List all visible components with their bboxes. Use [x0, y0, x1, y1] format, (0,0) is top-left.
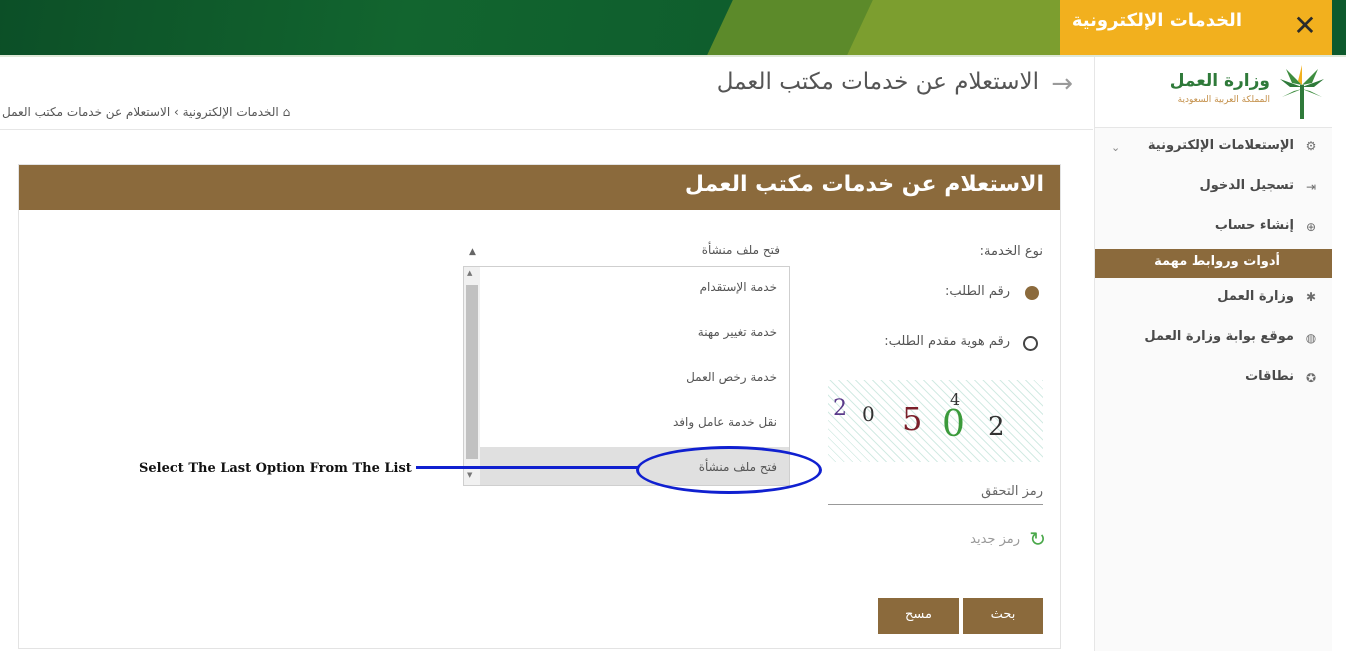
- service-type-select[interactable]: فتح ملف منشأة ▲: [463, 243, 788, 267]
- clear-button[interactable]: مسح: [878, 598, 959, 634]
- sidebar-tools-header: أدوات وروابط مهمة: [1095, 249, 1332, 278]
- login-icon: ⇥: [1305, 180, 1317, 194]
- globe-icon: ◍: [1305, 331, 1317, 345]
- captcha-char: 2: [833, 396, 847, 421]
- sidebar: وزارة العمل المملكة العربية السعودية ⌄ ⚙…: [1094, 57, 1332, 651]
- sidebar-section-inquiries[interactable]: الإستعلامات الإلكترونية: [1148, 138, 1294, 153]
- annotation-text: Select The Last Option From The List: [139, 461, 412, 476]
- option-work-permits[interactable]: خدمة رخص العمل: [480, 357, 789, 397]
- option-change-profession[interactable]: خدمة تغيير مهنة: [480, 312, 789, 352]
- verification-code-placeholder: رمز التحقق: [981, 484, 1043, 499]
- ministry-logo[interactable]: وزارة العمل المملكة العربية السعودية: [1095, 57, 1332, 128]
- plus-circle-icon: ⊕: [1305, 220, 1317, 234]
- sidebar-item-nitaqat[interactable]: نطاقات: [1245, 369, 1294, 384]
- captcha-char: 0: [942, 404, 965, 445]
- captcha-char: 2: [988, 412, 1005, 442]
- option-label: خدمة تغيير مهنة: [697, 325, 777, 339]
- option-label: خدمة الإستقدام: [699, 280, 777, 294]
- option-recruitment[interactable]: خدمة الإستقدام: [480, 267, 789, 307]
- logo-subtitle: المملكة العربية السعودية: [1177, 95, 1270, 105]
- new-code-button[interactable]: ↻ رمز جديد: [966, 527, 1046, 551]
- scroll-up-icon[interactable]: ▲: [467, 269, 472, 277]
- captcha-char: 0: [862, 402, 875, 426]
- verification-code-input[interactable]: رمز التحقق: [828, 478, 1043, 505]
- palm-icon: ✱: [1305, 290, 1317, 304]
- annotation-line: [416, 466, 638, 469]
- home-icon[interactable]: ⌂: [283, 105, 291, 119]
- close-icon[interactable]: ✕: [1290, 11, 1320, 41]
- logo-name: وزارة العمل: [1169, 71, 1270, 91]
- scrollbar-thumb[interactable]: [466, 285, 478, 459]
- scroll-down-icon[interactable]: ▼: [467, 471, 472, 479]
- search-button[interactable]: بحث: [963, 598, 1043, 634]
- scrollbar[interactable]: ▲ ▼: [464, 267, 480, 485]
- card-header: الاستعلام عن خدمات مكتب العمل: [19, 165, 1060, 210]
- top-bar-title: الخدمات الإلكترونية: [1071, 10, 1242, 31]
- sidebar-item-portal[interactable]: موقع بوابة وزارة العمل: [1144, 329, 1294, 344]
- radio-applicant-id[interactable]: [1023, 336, 1038, 351]
- breadcrumb-home[interactable]: الخدمات الإلكترونية: [183, 105, 279, 119]
- option-transfer-worker[interactable]: نقل خدمة عامل وافد: [480, 402, 789, 442]
- card-title: الاستعلام عن خدمات مكتب العمل: [684, 172, 1044, 197]
- page-title: الاستعلام عن خدمات مكتب العمل: [716, 69, 1039, 95]
- breadcrumb-current: الاستعلام عن خدمات مكتب العمل: [2, 105, 171, 119]
- sidebar-tools-label: أدوات وروابط مهمة: [1154, 254, 1280, 269]
- option-label: خدمة رخص العمل: [686, 370, 777, 384]
- new-code-label: رمز جديد: [970, 532, 1020, 547]
- breadcrumb-separator: ›: [173, 105, 179, 119]
- gears-icon: ⚙: [1305, 139, 1317, 153]
- sidebar-item-login[interactable]: تسجيل الدخول: [1199, 178, 1294, 193]
- captcha-char: 4: [950, 390, 961, 409]
- option-label: نقل خدمة عامل وافد: [672, 415, 777, 429]
- annotation-ellipse: [636, 446, 822, 494]
- radio-request-number-label: رقم الطلب:: [945, 284, 1010, 299]
- radio-applicant-id-label: رقم هوية مقدم الطلب:: [884, 334, 1010, 349]
- sidebar-item-create-account[interactable]: إنشاء حساب: [1215, 218, 1294, 233]
- top-bar: الخدمات الإلكترونية ✕: [0, 0, 1346, 55]
- radio-request-number[interactable]: [1025, 286, 1039, 300]
- breadcrumb: ⌂ الخدمات الإلكترونية › الاستعلام عن خدم…: [2, 105, 290, 119]
- sidebar-item-ministry[interactable]: وزارة العمل: [1217, 289, 1294, 304]
- back-arrow-icon[interactable]: →: [1051, 69, 1073, 99]
- palm-logo-icon: [1280, 65, 1324, 119]
- captcha-char: 5: [902, 400, 923, 438]
- page-header: → الاستعلام عن خدمات مكتب العمل ⌂ الخدما…: [0, 57, 1093, 130]
- service-type-label: نوع الخدمة:: [979, 244, 1043, 259]
- refresh-icon: ↻: [1029, 527, 1046, 551]
- caret-up-icon: ▲: [469, 247, 476, 257]
- service-type-selected-value: فتح ملف منشأة: [701, 243, 780, 257]
- chevron-down-icon[interactable]: ⌄: [1111, 141, 1120, 154]
- nitaqat-icon: ✪: [1305, 371, 1317, 385]
- captcha-image: 2 0 5 0 4 2: [828, 380, 1043, 462]
